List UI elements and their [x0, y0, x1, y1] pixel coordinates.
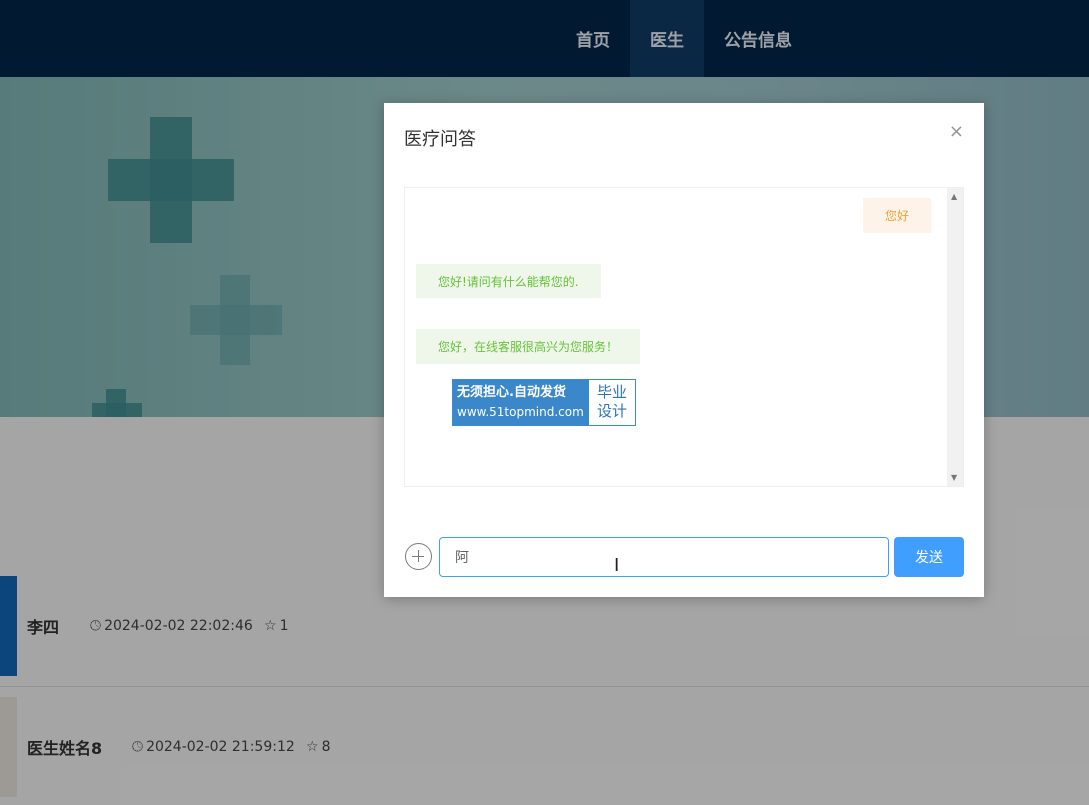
promo-image[interactable]: 无须担心.自动发货 www.51topmind.com 毕业 设计 [452, 379, 636, 426]
chat-dialog: 医疗问答 × 您好 您好!请问有什么能帮您的. 您好，在线客服很高兴为您服务！ … [384, 103, 984, 597]
text-cursor-icon: I [614, 555, 620, 576]
chat-message-bot: 您好!请问有什么能帮您的. [416, 264, 601, 298]
chat-messages[interactable]: 您好 您好!请问有什么能帮您的. 您好，在线客服很高兴为您服务！ 无须担心.自动… [404, 187, 964, 487]
plus-circle-icon[interactable] [405, 543, 432, 570]
chat-message-bot: 您好，在线客服很高兴为您服务！ [416, 329, 641, 364]
promo-side: 毕业 设计 [589, 380, 635, 425]
chat-input-row: 发送 [404, 537, 964, 577]
message-input[interactable] [439, 537, 889, 577]
promo-side-line2: 设计 [596, 402, 627, 420]
close-icon[interactable]: × [949, 121, 964, 142]
scroll-up-icon[interactable]: ▲ [951, 192, 957, 201]
promo-main: 无须担心.自动发货 www.51topmind.com [453, 380, 589, 425]
promo-side-line1: 毕业 [596, 383, 627, 401]
promo-line2: www.51topmind.com [457, 405, 584, 419]
dialog-title: 医疗问答 [404, 129, 476, 150]
chat-scrollbar[interactable]: ▲ ▼ [947, 188, 963, 486]
chat-message-user: 您好 [863, 198, 932, 233]
scroll-down-icon[interactable]: ▼ [951, 473, 957, 482]
send-button[interactable]: 发送 [894, 537, 964, 577]
promo-line1: 无须担心.自动发货 [457, 385, 566, 400]
